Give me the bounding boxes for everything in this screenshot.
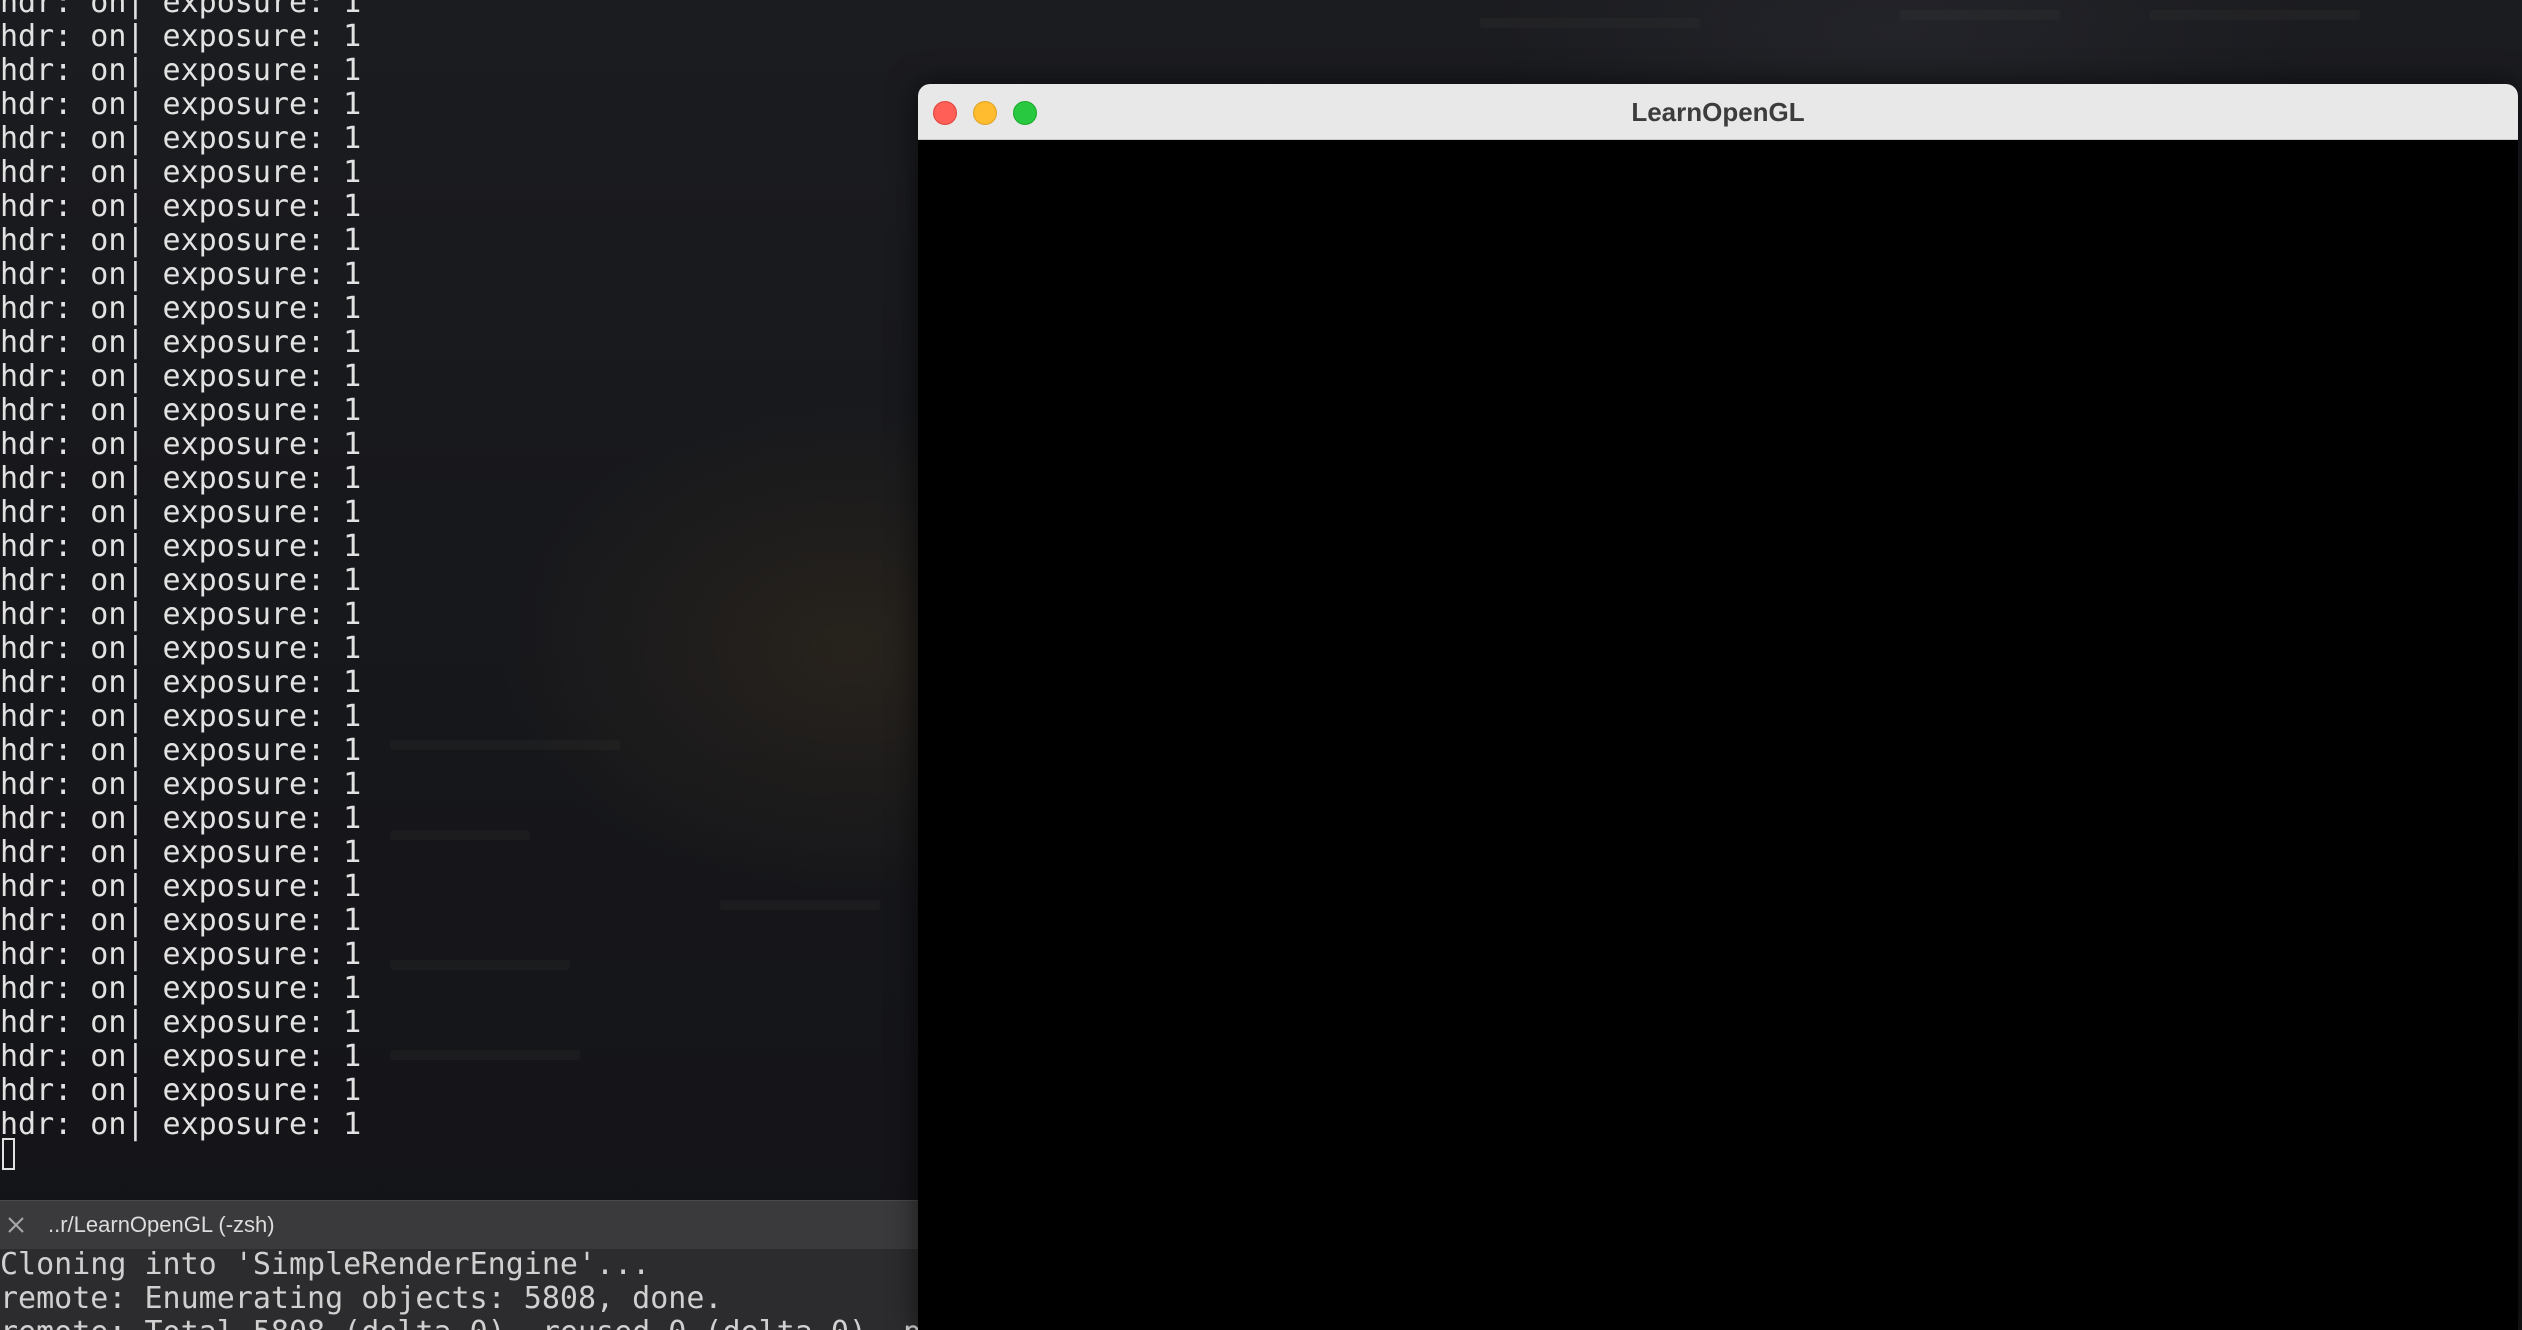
terminal-line: hdr: on| exposure: 1: [0, 699, 362, 734]
terminal-line: hdr: on| exposure: 1: [0, 971, 362, 1006]
terminal-line: hdr: on| exposure: 1: [0, 937, 362, 972]
terminal-line: hdr: on| exposure: 1: [0, 563, 362, 598]
terminal-line: hdr: on| exposure: 1: [0, 801, 362, 836]
window-titlebar[interactable]: LearnOpenGL: [918, 84, 2518, 140]
terminal-lower-pane[interactable]: ..r/LearnOpenGL (-zsh) Cloning into 'Sim…: [0, 1200, 918, 1330]
terminal-tab-title[interactable]: ..r/LearnOpenGL (-zsh): [48, 1201, 275, 1249]
backdrop-blur: [1480, 18, 1700, 28]
terminal-line: hdr: on| exposure: 1: [0, 223, 362, 258]
terminal-cursor: [2, 1138, 15, 1170]
terminal-line: hdr: on| exposure: 1: [0, 393, 362, 428]
terminal-line: remote: Total 5808 (delta 0), reused 0 (…: [0, 1316, 918, 1330]
terminal-output-pane[interactable]: hdr: on| exposure: 1 hdr: on| exposure: 1…: [0, 0, 918, 1200]
terminal-line: hdr: on| exposure: 1: [0, 1073, 362, 1108]
terminal-line: hdr: on| exposure: 1: [0, 903, 362, 938]
terminal-line: hdr: on| exposure: 1: [0, 121, 362, 156]
terminal-line: hdr: on| exposure: 1: [0, 325, 362, 360]
terminal-line: hdr: on| exposure: 1: [0, 733, 362, 768]
terminal-line: hdr: on| exposure: 1: [0, 1039, 362, 1074]
terminal-line: remote: Enumerating objects: 5808, done.: [0, 1281, 723, 1316]
terminal-line: hdr: on| exposure: 1: [0, 597, 362, 632]
terminal-line: hdr: on| exposure: 1: [0, 359, 362, 394]
terminal-line: hdr: on| exposure: 1: [0, 19, 362, 54]
terminal-line: hdr: on| exposure: 1: [0, 835, 362, 870]
terminal-tab-bar: ..r/LearnOpenGL (-zsh): [0, 1200, 918, 1249]
terminal-line: hdr: on| exposure: 1: [0, 665, 362, 700]
terminal-output: hdr: on| exposure: 1 hdr: on| exposure: 1…: [0, 0, 361, 1142]
terminal-line: hdr: on| exposure: 1: [0, 427, 362, 462]
terminal-line: hdr: on| exposure: 1: [0, 291, 362, 326]
terminal-line: Cloning into 'SimpleRenderEngine'...: [0, 1247, 651, 1282]
terminal-line: hdr: on| exposure: 1: [0, 631, 362, 666]
terminal-line: hdr: on| exposure: 1: [0, 767, 362, 802]
terminal-line: hdr: on| exposure: 1: [0, 155, 362, 190]
backdrop-blur: [1900, 10, 2060, 20]
close-icon[interactable]: [6, 1215, 26, 1235]
terminal-line: hdr: on| exposure: 1: [0, 53, 362, 88]
terminal-line: hdr: on| exposure: 1: [0, 495, 362, 530]
terminal-line: hdr: on| exposure: 1: [0, 0, 362, 20]
terminal-line: hdr: on| exposure: 1: [0, 1107, 362, 1142]
terminal-line: hdr: on| exposure: 1: [0, 1005, 362, 1040]
terminal-line: hdr: on| exposure: 1: [0, 461, 362, 496]
terminal-line: hdr: on| exposure: 1: [0, 257, 362, 292]
terminal-lower-output: Cloning into 'SimpleRenderEngine'... rem…: [0, 1248, 918, 1330]
terminal-line: hdr: on| exposure: 1: [0, 189, 362, 224]
terminal-line: hdr: on| exposure: 1: [0, 529, 362, 564]
terminal-line: hdr: on| exposure: 1: [0, 87, 362, 122]
terminal-line: hdr: on| exposure: 1: [0, 869, 362, 904]
window-title: LearnOpenGL: [1631, 97, 1805, 127]
opengl-render-viewport[interactable]: [918, 140, 2518, 1330]
backdrop-blur: [2150, 10, 2360, 20]
learnopengl-window[interactable]: LearnOpenGL: [918, 84, 2518, 1330]
